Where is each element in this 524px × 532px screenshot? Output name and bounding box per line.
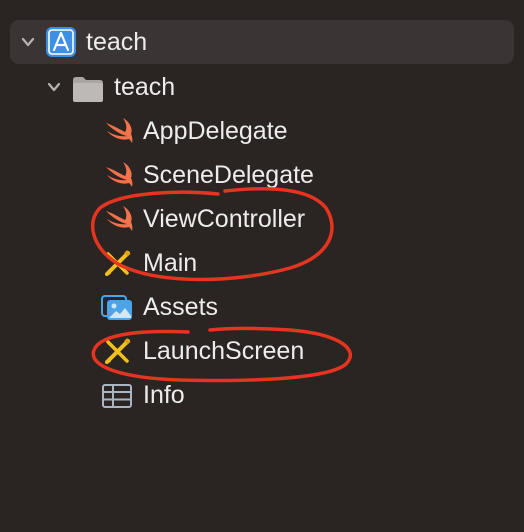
xcode-project-icon xyxy=(46,27,76,57)
file-name: Main xyxy=(143,249,198,277)
file-name: LaunchScreen xyxy=(143,337,305,365)
storyboard-icon xyxy=(105,338,131,364)
plist-icon xyxy=(102,384,132,408)
chevron-down-icon[interactable] xyxy=(46,79,62,95)
chevron-down-icon[interactable] xyxy=(20,34,36,50)
asset-catalog-icon xyxy=(101,295,132,320)
swift-file-icon xyxy=(106,162,133,187)
file-name: Info xyxy=(143,381,185,409)
swift-file-icon xyxy=(106,118,133,143)
file-name: AppDelegate xyxy=(143,117,288,145)
file-name: SceneDelegate xyxy=(143,161,314,189)
file-name: Assets xyxy=(143,293,219,321)
project-navigator: teach teach AppDelegate SceneDelegate Vi… xyxy=(0,0,524,532)
swift-file-icon xyxy=(106,206,133,231)
group-name: teach xyxy=(114,73,176,101)
project-row[interactable]: teach xyxy=(10,20,514,64)
project-name: teach xyxy=(86,28,148,56)
storyboard-icon xyxy=(105,250,131,276)
file-name: ViewController xyxy=(143,205,306,233)
folder-icon xyxy=(73,77,103,102)
